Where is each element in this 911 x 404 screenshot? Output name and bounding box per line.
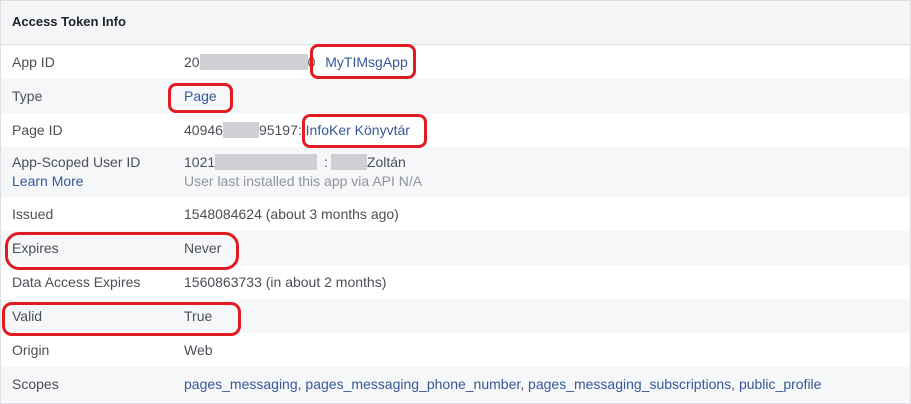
page-name-link[interactable]: InfoKer Könyvtár	[306, 122, 410, 138]
redaction-blur	[199, 54, 308, 70]
label-valid: Valid	[12, 308, 43, 324]
page-id-separator: :	[297, 122, 302, 138]
row-origin: Origin Web	[1, 333, 910, 367]
value-valid: True	[184, 308, 213, 324]
label-page-id: Page ID	[12, 122, 63, 138]
label-origin: Origin	[12, 342, 50, 358]
label-text: App-Scoped User ID	[12, 154, 141, 170]
scope-link[interactable]: public_profile	[739, 376, 822, 392]
app-id-prefix: 20	[184, 54, 200, 70]
value-app-scoped-user-id: 1021 : Zoltán User last installed this ap…	[184, 154, 422, 189]
scope-separator: ,	[520, 376, 525, 392]
value-expires: Never	[184, 240, 222, 256]
user-name: Zoltán	[366, 154, 406, 170]
row-page-id: Page ID 40946 95197: InfoKer Könyvtár	[1, 113, 910, 147]
row-data-access-expires: Data Access Expires 1560863733 (in about…	[1, 265, 910, 299]
scope-separator: ,	[731, 376, 736, 392]
label-type: Type	[12, 88, 43, 104]
redaction-blur	[330, 154, 367, 170]
label-data-access-expires: Data Access Expires	[12, 274, 141, 290]
row-type: Type Page	[1, 79, 910, 113]
label-issued: Issued	[12, 206, 54, 222]
redaction-blur	[215, 154, 318, 170]
install-note: User last installed this app via API N/A	[184, 173, 423, 189]
value-origin: Web	[184, 342, 213, 358]
value-issued: 1548084624 (about 3 months ago)	[184, 206, 399, 222]
user-id-separator: :	[324, 154, 328, 170]
redaction-blur	[222, 122, 259, 138]
label-app-id: App ID	[12, 54, 55, 70]
page-id-suffix: 95197	[258, 122, 298, 138]
value-page-id: 40946 95197: InfoKer Könyvtár	[184, 122, 410, 138]
row-valid: Valid True	[1, 299, 910, 333]
access-token-info-panel: Access Token Info App ID 20 0 MyTIMsgApp …	[0, 0, 911, 404]
scope-link[interactable]: pages_messaging_subscriptions	[528, 376, 731, 392]
learn-more-link[interactable]: Learn More	[12, 173, 140, 189]
row-app-scoped-user-id: App-Scoped User ID Learn More 1021 : Zolt…	[1, 147, 910, 197]
label-app-scoped-user-id: App-Scoped User ID Learn More	[12, 154, 140, 189]
page-id-prefix: 40946	[184, 122, 223, 138]
value-data-access-expires: 1560863733 (in about 2 months)	[184, 274, 387, 290]
value-scopes: pages_messaging, pages_messaging_phone_n…	[184, 376, 821, 392]
row-expires: Expires Never	[1, 231, 910, 265]
app-id-suffix: 0	[307, 54, 316, 70]
row-scopes: Scopes pages_messaging, pages_messaging_…	[1, 367, 910, 401]
app-name-link[interactable]: MyTIMsgApp	[325, 54, 407, 70]
type-link[interactable]: Page	[184, 88, 217, 104]
label-scopes: Scopes	[12, 376, 59, 392]
panel-title: Access Token Info	[1, 1, 910, 45]
label-expires: Expires	[12, 240, 59, 256]
scope-link[interactable]: pages_messaging_phone_number	[305, 376, 520, 392]
user-id-prefix: 1021	[184, 154, 216, 170]
row-app-id: App ID 20 0 MyTIMsgApp	[1, 45, 910, 79]
scope-link[interactable]: pages_messaging	[184, 376, 298, 392]
value-type: Page	[184, 88, 217, 104]
value-app-id: 20 0 MyTIMsgApp	[184, 54, 408, 70]
scope-separator: ,	[297, 376, 302, 392]
row-issued: Issued 1548084624 (about 3 months ago)	[1, 197, 910, 231]
